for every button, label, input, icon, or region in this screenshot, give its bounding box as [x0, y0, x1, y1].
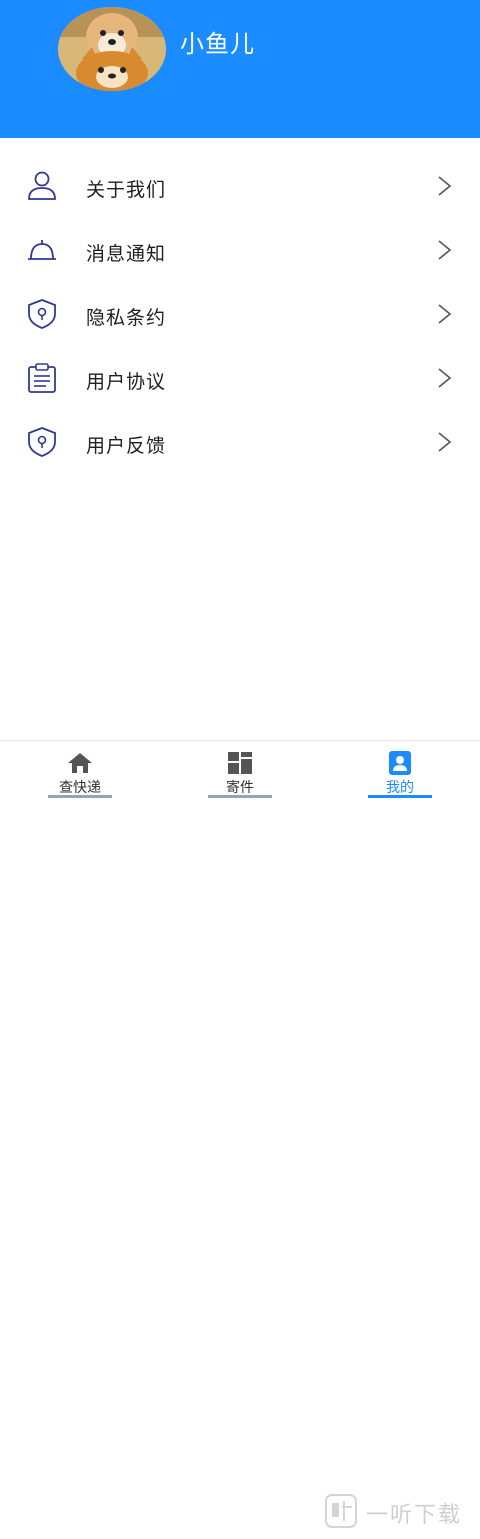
shield-icon — [28, 299, 56, 329]
tab-underline — [48, 795, 112, 798]
shield-icon — [28, 427, 56, 457]
tab-label: 我的 — [386, 780, 414, 796]
chevron-right-icon — [438, 368, 452, 388]
watermark-logo-icon — [325, 1494, 357, 1528]
home-icon — [68, 753, 92, 773]
menu-item-label: 关于我们 — [86, 179, 167, 201]
menu-item-label: 消息通知 — [86, 243, 167, 265]
username: 小鱼儿 — [180, 30, 255, 58]
person-icon — [28, 171, 56, 200]
bell-icon — [28, 240, 56, 260]
watermark-text: 一听下载 — [366, 1503, 463, 1528]
profile-header: 小鱼儿 — [0, 0, 480, 138]
chevron-right-icon — [438, 240, 452, 260]
menu-item-label: 隐私条约 — [86, 307, 167, 329]
menu-item-privacy-policy[interactable]: 隐私条约 — [0, 282, 480, 346]
menu-item-label: 用户反馈 — [86, 435, 167, 457]
menu-item-notifications[interactable]: 消息通知 — [0, 218, 480, 282]
clipboard-icon — [28, 363, 56, 393]
menu-item-user-agreement[interactable]: 用户协议 — [0, 346, 480, 410]
avatar[interactable] — [58, 7, 166, 91]
grid-icon — [228, 752, 252, 774]
tab-send-package[interactable]: 寄件 — [160, 741, 320, 801]
bottom-tab-bar: 查快递 寄件 我的 一听下载 — [0, 740, 480, 1528]
tab-underline — [368, 795, 432, 798]
menu-item-user-feedback[interactable]: 用户反馈 — [0, 410, 480, 474]
tab-mine[interactable]: 我的 — [320, 741, 480, 801]
menu-item-label: 用户协议 — [86, 371, 167, 393]
menu-item-about-us[interactable]: 关于我们 — [0, 154, 480, 218]
watermark: 一听下载 — [320, 1483, 480, 1539]
shiba-dog-avatar-icon — [58, 7, 166, 91]
tab-label: 查快递 — [59, 780, 101, 796]
chevron-right-icon — [438, 304, 452, 324]
tab-track-package[interactable]: 查快递 — [0, 741, 160, 801]
tab-underline — [208, 795, 272, 798]
settings-menu: 关于我们 消息通知 隐私条约 用户协议 用户反馈 — [0, 154, 480, 474]
tab-label: 寄件 — [226, 780, 254, 796]
chevron-right-icon — [438, 432, 452, 452]
profile-icon — [389, 751, 411, 775]
chevron-right-icon — [438, 176, 452, 196]
